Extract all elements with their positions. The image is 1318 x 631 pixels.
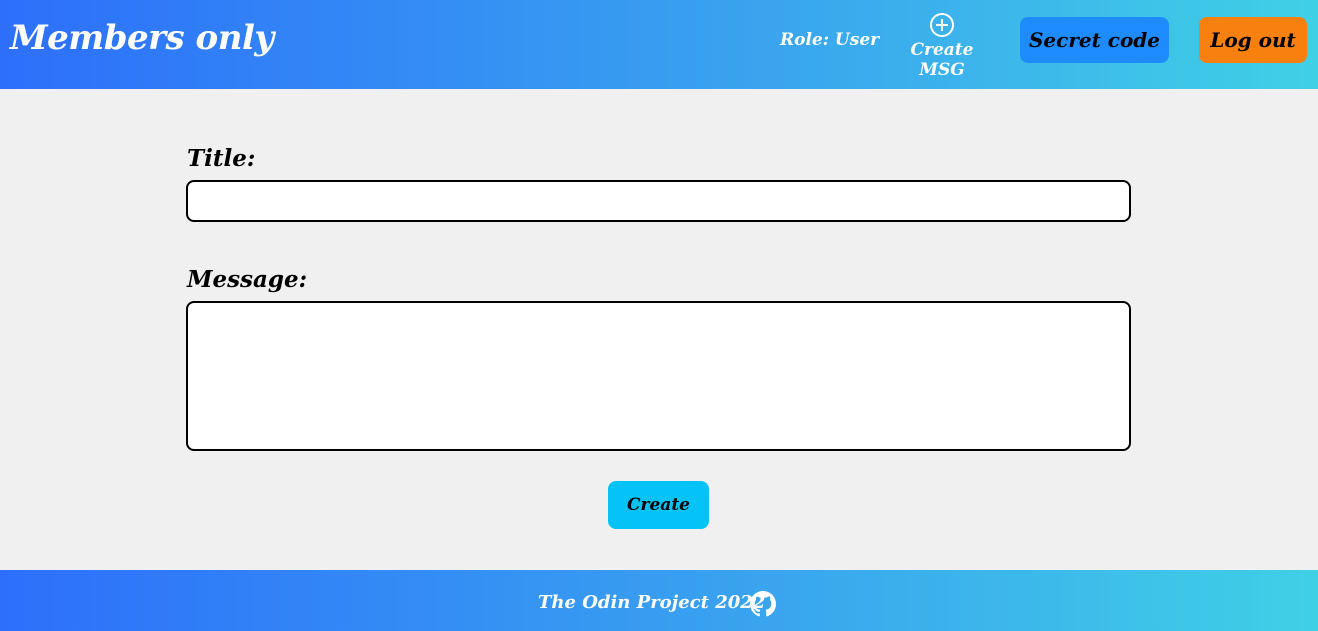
github-icon[interactable] (750, 591, 776, 617)
message-label: Message: (187, 266, 308, 293)
footer: The Odin Project 2022 (0, 570, 1318, 631)
logout-button[interactable]: Log out (1199, 17, 1307, 63)
title-input[interactable] (186, 180, 1131, 222)
brand-title[interactable]: Members only (10, 18, 274, 58)
footer-text: The Odin Project 2022 (538, 592, 766, 613)
message-textarea[interactable] (186, 301, 1131, 451)
create-msg-link[interactable]: Create MSG (892, 12, 992, 80)
role-text: Role: User (780, 30, 880, 50)
header: Members only Role: User Create MSG Secre… (0, 0, 1318, 89)
secret-code-button[interactable]: Secret code (1020, 17, 1169, 63)
create-msg-label: Create MSG (910, 40, 974, 80)
plus-circle-icon (930, 13, 954, 37)
create-button[interactable]: Create (608, 481, 709, 529)
title-label: Title: (187, 145, 256, 172)
